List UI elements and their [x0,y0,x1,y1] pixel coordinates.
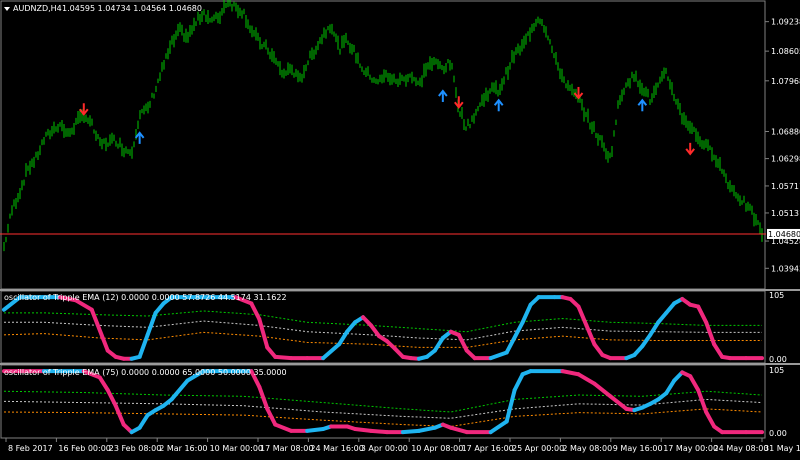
symbol-header: AUDNZD,H4 1.04595 1.04734 1.04564 1.0468… [4,4,202,13]
oscillator-75-tick-min: 0.00 [769,429,787,438]
price-tick-label: 1.06298 [771,155,800,164]
time-tick-label: 23 Feb 08:00 [109,444,161,453]
chart-background [0,0,800,456]
oscillator-segment [305,426,326,433]
oscillator-12-tick-min: 0.00 [769,355,787,364]
time-tick-label: 9 May 16:00 [613,444,663,453]
time-tick-label: 2 Mar 16:00 [159,444,207,453]
mt4-chart-window[interactable]: 1.09238 1.08605 1.07968 1.06880 1.06298 1.057… [0,0,800,456]
time-tick-label: 10 Mar 00:00 [210,444,263,453]
price-tick-label: 1.07968 [771,77,800,86]
time-tick-label: 31 May 16:00 [764,444,800,453]
oscillator-12-label: oscillator of Tripple EMA (12) 0.0000 0.… [4,293,287,302]
ohlc-values: 1.04595 1.04734 1.04564 1.04680 [62,4,202,13]
price-tick-label: 1.05131 [771,209,800,218]
time-tick-label: 24 Mar 16:00 [310,444,363,453]
time-tick-label: 8 Feb 2017 [8,444,53,453]
current-price-tag: 1.04680 [767,228,800,239]
time-tick-label: 17 May 00:00 [663,444,718,453]
oscillator-12-tick-max: 105 [769,291,784,300]
oscillator-segment [400,428,421,435]
price-tick-label: 1.09238 [771,18,800,27]
time-tick-label: 25 Apr 00:00 [512,444,564,453]
oscillator-75-tick-max: 105 [769,366,784,375]
oscillator-segment [369,428,389,435]
time-tick-label: 3 Apr 00:00 [361,444,408,453]
time-tick-label: 24 May 08:00 [714,444,769,453]
price-tick-label: 1.08605 [771,47,800,56]
chart-canvas[interactable]: 1.09238 1.08605 1.07968 1.06880 1.06298 1.057… [0,0,800,456]
oscillator-75-label: oscillator of Tripple EMA (75) 0.0000 0.… [4,368,287,377]
oscillator-segment [353,426,374,433]
oscillator-segment [273,354,294,361]
price-tick-label: 1.06880 [771,127,800,136]
time-tick-label: 2 May 08:00 [562,444,612,453]
symbol-label: AUDNZD,H4 [13,4,62,13]
time-tick-label: 10 Apr 08:00 [411,444,463,453]
current-price-label: 1.04680 [768,230,800,239]
time-tick-label: 17 Apr 16:00 [462,444,514,453]
price-tick-label: 1.03943 [771,264,800,273]
time-tick-label: 16 Feb 00:00 [58,444,110,453]
time-tick-label: 17 Mar 08:00 [260,444,313,453]
price-tick-label: 1.05711 [771,182,800,191]
